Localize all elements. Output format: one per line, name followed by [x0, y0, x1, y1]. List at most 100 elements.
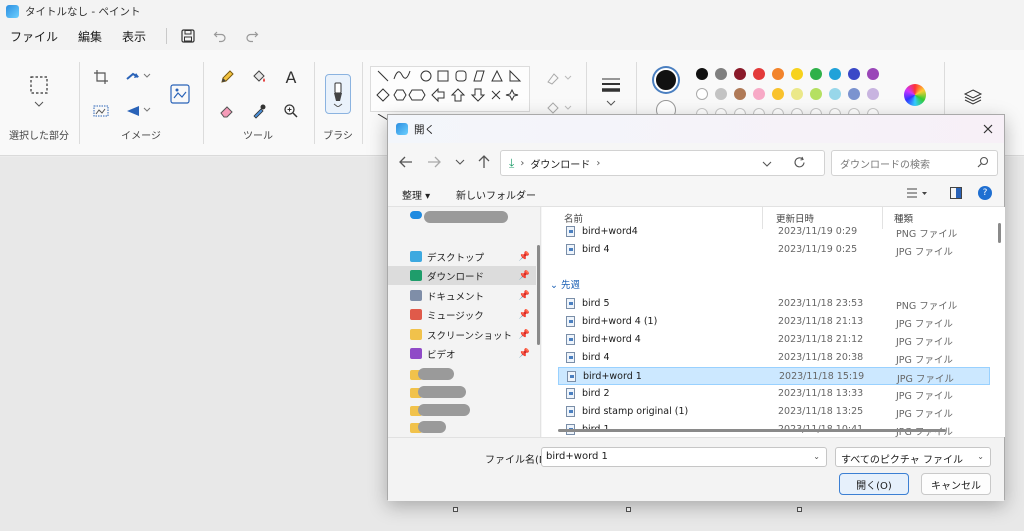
palette-swatch[interactable]: [829, 68, 841, 80]
select-all-icon[interactable]: [90, 100, 112, 122]
palette-swatch[interactable]: [753, 88, 765, 100]
palette-swatch[interactable]: [791, 88, 803, 100]
fill-icon[interactable]: [248, 66, 270, 88]
filetype-chevron-down-icon[interactable]: ⌄: [977, 452, 984, 461]
file-row[interactable]: bird stamp original (1) 2023/11/18 13:25 J…: [558, 403, 990, 421]
color-picker-icon[interactable]: [248, 100, 270, 122]
resize-chevron-icon[interactable]: [142, 68, 152, 82]
view-options-icon[interactable]: [906, 187, 928, 202]
nav-item-music[interactable]: ミュージック 📌: [388, 305, 536, 324]
help-icon[interactable]: ?: [978, 186, 992, 200]
palette-swatch[interactable]: [772, 88, 784, 100]
organize-button[interactable]: 整理 ▾: [402, 187, 430, 202]
palette-swatch[interactable]: [715, 88, 727, 100]
menu-edit[interactable]: 編集: [78, 28, 102, 45]
palette-swatch[interactable]: [867, 68, 879, 80]
file-row[interactable]: bird+word 4 2023/11/18 21:12 JPG ファイル: [558, 331, 990, 349]
nav-item-screenshots[interactable]: スクリーンショット 📌: [388, 325, 536, 344]
group-header-last-week[interactable]: ⌄ 先週: [550, 277, 580, 291]
open-button[interactable]: 開く(O): [839, 473, 909, 495]
palette-swatch[interactable]: [791, 68, 803, 80]
forward-arrow-icon[interactable]: [424, 152, 444, 172]
canvas-resize-handle[interactable]: [453, 507, 458, 512]
pencil-icon[interactable]: [216, 66, 238, 88]
edit-colors-icon[interactable]: [904, 84, 926, 106]
palette-swatch[interactable]: [696, 68, 708, 80]
resize-icon[interactable]: [122, 66, 144, 88]
undo-icon[interactable]: [209, 26, 231, 46]
recent-locations-chevron-icon[interactable]: [450, 152, 470, 172]
palette-swatch[interactable]: [867, 88, 879, 100]
palette-swatch[interactable]: [772, 68, 784, 80]
filetype-select[interactable]: すべてのピクチャ ファイル ⌄: [835, 447, 991, 467]
preview-pane-icon[interactable]: [950, 187, 962, 202]
crop-icon[interactable]: [90, 66, 112, 88]
save-icon[interactable]: [177, 26, 199, 46]
back-arrow-icon[interactable]: [396, 152, 416, 172]
palette-swatch[interactable]: [734, 88, 746, 100]
redacted-account: [424, 211, 508, 223]
palette-swatch[interactable]: [734, 68, 746, 80]
paint-title-bar: タイトルなし - ペイント: [0, 0, 1024, 22]
file-row[interactable]: bird+word 4 (1) 2023/11/18 21:13 JPG ファイル: [558, 313, 990, 331]
shapes-gallery[interactable]: [370, 66, 530, 112]
image-rotate-icon[interactable]: [168, 82, 192, 106]
magnifier-icon[interactable]: [280, 100, 302, 122]
dialog-bottom-bar: ファイル名(N): bird+word 1 ⌄ すべてのピクチャ ファイル ⌄ …: [388, 437, 1004, 501]
file-list-scrollbar[interactable]: [998, 223, 1001, 243]
outline-icon[interactable]: [544, 70, 574, 86]
nav-item-downloads[interactable]: ダウンロード 📌: [388, 266, 536, 285]
up-arrow-icon[interactable]: [474, 152, 494, 172]
flip-chevron-icon[interactable]: [142, 102, 152, 116]
palette-swatch[interactable]: [848, 88, 860, 100]
palette-swatch[interactable]: [810, 88, 822, 100]
eraser-icon[interactable]: [216, 100, 238, 122]
nav-item-videos[interactable]: ビデオ 📌: [388, 344, 536, 363]
address-bar[interactable]: ⤓ › ダウンロード ›: [500, 150, 825, 176]
canvas-resize-handle[interactable]: [797, 507, 802, 512]
search-input[interactable]: ダウンロードの検索: [831, 150, 998, 176]
search-icon[interactable]: [977, 156, 989, 171]
horizontal-scrollbar[interactable]: [558, 429, 946, 432]
open-file-dialog: 開く ⤓ › ダウンロード › ダウンロードの検索 整理 ▾ 新しいフォルダー …: [387, 114, 1005, 501]
canvas-resize-handle[interactable]: [626, 507, 631, 512]
palette-swatch[interactable]: [848, 68, 860, 80]
menu-view[interactable]: 表示: [122, 28, 146, 45]
nav-pane-scrollbar[interactable]: [537, 245, 540, 345]
nav-item-desktop[interactable]: デスクトップ 📌: [388, 247, 536, 266]
brush-icon[interactable]: [325, 74, 351, 114]
nav-item-documents[interactable]: ドキュメント 📌: [388, 286, 536, 305]
file-row[interactable]: bird 2 2023/11/18 13:33 JPG ファイル: [558, 385, 990, 403]
line-size-icon[interactable]: [598, 74, 624, 98]
selection-chevron-down-icon[interactable]: [30, 98, 48, 110]
image-file-icon: [566, 352, 575, 363]
primary-color-swatch[interactable]: [654, 68, 678, 92]
size-chevron-icon[interactable]: [602, 98, 620, 108]
palette-swatch[interactable]: [696, 88, 708, 100]
file-row[interactable]: bird+word4 2023/11/19 0:29 PNG ファイル: [558, 223, 990, 241]
new-folder-button[interactable]: 新しいフォルダー: [456, 187, 536, 202]
palette-swatch[interactable]: [829, 88, 841, 100]
refresh-icon[interactable]: [793, 156, 806, 172]
flip-icon[interactable]: [122, 100, 144, 122]
layers-icon[interactable]: [962, 86, 984, 108]
file-row[interactable]: bird 4 2023/11/18 20:38 JPG ファイル: [558, 349, 990, 367]
text-tool-icon[interactable]: A: [280, 66, 302, 88]
filename-chevron-down-icon[interactable]: ⌄: [813, 452, 820, 461]
rectangle-select-icon[interactable]: [28, 74, 50, 96]
dialog-command-bar: 整理 ▾ 新しいフォルダー ?: [388, 181, 1004, 207]
redo-icon[interactable]: [241, 26, 263, 46]
file-row[interactable]: bird 5 2023/11/18 23:53 PNG ファイル: [558, 295, 990, 313]
palette-swatch[interactable]: [810, 68, 822, 80]
file-type: JPG ファイル: [897, 374, 954, 385]
menu-file[interactable]: ファイル: [10, 28, 58, 45]
close-icon[interactable]: [978, 119, 998, 139]
file-row[interactable]: bird 4 2023/11/19 0:25 JPG ファイル: [558, 241, 990, 259]
address-chevron-down-icon[interactable]: [762, 159, 772, 170]
address-path[interactable]: ダウンロード: [530, 156, 590, 171]
palette-swatch[interactable]: [715, 68, 727, 80]
file-row[interactable]: bird+word 1 2023/11/18 15:19 JPG ファイル: [558, 367, 990, 385]
cancel-button[interactable]: キャンセル: [921, 473, 991, 495]
palette-swatch[interactable]: [753, 68, 765, 80]
filename-input[interactable]: bird+word 1 ⌄: [541, 447, 827, 467]
